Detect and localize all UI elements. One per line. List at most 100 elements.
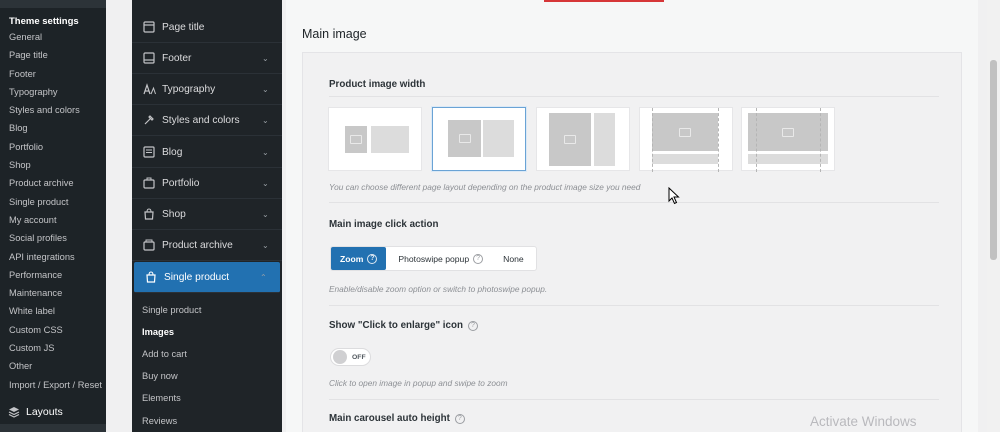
nav-item-label: Product archive — [162, 239, 233, 251]
nav-subitem-buy-now[interactable]: Buy now — [142, 371, 178, 381]
settings-card: Product image width You can choose diffe… — [302, 52, 962, 432]
sidebar-item-performance[interactable]: Performance — [0, 266, 106, 284]
sidebar-top-strip — [0, 0, 106, 8]
nav-subitem-add-to-cart[interactable]: Add to cart — [142, 349, 187, 359]
help-icon[interactable]: ? — [454, 413, 465, 424]
nav-subitem-images[interactable]: Images — [142, 327, 174, 337]
layout-content-block — [652, 154, 718, 164]
nav-item-page-title[interactable]: Page title — [132, 12, 282, 43]
section-title: Main image — [302, 27, 367, 41]
none-option-label: None — [503, 253, 524, 264]
click-to-enlarge-toggle[interactable]: OFF — [330, 348, 371, 366]
sidebar-item-styles-and-colors[interactable]: Styles and colors — [0, 101, 106, 119]
sidebar-item-custom-js[interactable]: Custom JS — [0, 339, 106, 357]
nav-item-portfolio[interactable]: Portfolio ⌄ — [132, 168, 282, 199]
nav-item-label: Blog — [162, 146, 183, 158]
sidebar-item-single-product[interactable]: Single product — [0, 193, 106, 211]
carousel-label-row: Main carousel auto height ? — [329, 413, 465, 424]
nav-item-shop[interactable]: Shop ⌄ — [132, 199, 282, 230]
layout-image-block — [448, 120, 481, 157]
divider — [329, 399, 939, 400]
sidebar-item-other[interactable]: Other — [0, 357, 106, 375]
top-accent-line — [544, 0, 664, 2]
layout-content-block — [748, 154, 828, 164]
sidebar-item-my-account[interactable]: My account — [0, 211, 106, 229]
scrollbar[interactable] — [987, 0, 1000, 432]
layout-image-block — [345, 126, 367, 153]
layout-option-large-image[interactable] — [536, 107, 630, 171]
nav-subitem-single-product[interactable]: Single product — [142, 305, 201, 315]
product-image-width-help: You can choose different page layout dep… — [329, 182, 641, 192]
nav-item-blog[interactable]: Blog ⌄ — [132, 137, 282, 168]
divider — [329, 96, 939, 97]
sidebar-item-api-integrations[interactable]: API integrations — [0, 248, 106, 266]
nav-item-label: Portfolio — [162, 177, 200, 189]
none-option-button[interactable]: None — [495, 247, 536, 270]
nav-item-label: Typography — [162, 83, 216, 95]
layout-option-medium-image[interactable] — [432, 107, 526, 171]
layout-option-small-image[interactable] — [328, 107, 422, 171]
layout-image-block — [748, 113, 828, 151]
sidebar-item-layouts[interactable]: Layouts — [0, 400, 106, 424]
product-archive-icon — [136, 239, 162, 251]
image-placeholder-icon — [782, 127, 794, 137]
main-panel: Main image Product image width You can c… — [286, 0, 978, 432]
nav-subitem-elements[interactable]: Elements — [142, 393, 181, 403]
sidebar-item-footer[interactable]: Footer — [0, 65, 106, 83]
chevron-down-icon: ⌄ — [262, 53, 269, 63]
nav-item-styles-and-colors[interactable]: Styles and colors ⌄ — [132, 105, 282, 136]
nav-item-product-archive[interactable]: Product archive ⌄ — [132, 230, 282, 261]
toggle-state: OFF — [352, 353, 366, 361]
sidebar-gap — [106, 0, 132, 432]
carousel-auto-height-label: Main carousel auto height — [329, 413, 450, 424]
help-icon[interactable]: ? — [467, 320, 478, 331]
nav-item-typography[interactable]: Typography ⌄ — [132, 74, 282, 105]
chevron-down-icon: ⌄ — [262, 84, 269, 94]
dashed-guide — [820, 108, 821, 172]
click-action-help: Enable/disable zoom option or switch to … — [329, 284, 548, 294]
palette-icon — [136, 114, 162, 126]
single-product-icon — [138, 271, 164, 283]
nav-item-single-product[interactable]: Single product ⌃ — [134, 262, 280, 293]
divider — [329, 305, 939, 306]
sidebar-next-item — [0, 424, 106, 432]
sidebar-item-product-archive[interactable]: Product archive — [0, 174, 106, 192]
page-title-icon — [136, 21, 162, 33]
divider — [329, 202, 939, 203]
typography-icon — [136, 83, 162, 95]
scrollbar-thumb[interactable] — [990, 60, 997, 260]
chevron-down-icon: ⌄ — [262, 147, 269, 157]
mouse-cursor-icon — [668, 187, 680, 205]
sidebar-item-white-label[interactable]: White label — [0, 302, 106, 320]
image-placeholder-icon — [350, 135, 362, 144]
nav-item-footer[interactable]: Footer ⌄ — [132, 43, 282, 74]
zoom-option-button[interactable]: Zoom ? — [331, 247, 387, 270]
sidebar-item-social-profiles[interactable]: Social profiles — [0, 229, 106, 247]
sidebar-item-label: Layouts — [26, 406, 63, 418]
activate-windows-watermark: Activate Windows — [810, 414, 917, 429]
click-action-segmented-control: Zoom ? Photoswipe popup ? None — [330, 246, 537, 271]
help-icon[interactable]: ? — [367, 253, 378, 264]
sidebar-item-typography[interactable]: Typography — [0, 83, 106, 101]
sidebar-item-page-title[interactable]: Page title — [0, 46, 106, 64]
help-icon[interactable]: ? — [473, 253, 484, 264]
sidebar-item-custom-css[interactable]: Custom CSS — [0, 321, 106, 339]
layers-icon — [8, 407, 20, 418]
nav-item-label: Footer — [162, 52, 192, 64]
click-to-enlarge-help: Click to open image in popup and swipe t… — [329, 378, 508, 388]
sidebar-item-import-export-reset[interactable]: Import / Export / Reset — [0, 376, 106, 394]
layout-option-full-width[interactable] — [639, 107, 733, 172]
nav-item-label: Single product — [164, 271, 230, 283]
layout-option-stretched[interactable] — [741, 107, 835, 172]
nav-item-label: Shop — [162, 208, 186, 220]
zoom-option-label: Zoom — [340, 253, 364, 264]
nav-subitem-reviews[interactable]: Reviews — [142, 416, 177, 426]
sidebar-item-general[interactable]: General — [0, 28, 106, 46]
sidebar-item-blog[interactable]: Blog — [0, 119, 106, 137]
sidebar-item-maintenance[interactable]: Maintenance — [0, 284, 106, 302]
photoswipe-option-button[interactable]: Photoswipe popup ? — [386, 247, 495, 270]
sidebar-item-shop[interactable]: Shop — [0, 156, 106, 174]
sidebar-item-portfolio[interactable]: Portfolio — [0, 138, 106, 156]
click-to-enlarge-label: Show "Click to enlarge" icon — [329, 320, 463, 331]
layout-content-block — [594, 113, 615, 166]
